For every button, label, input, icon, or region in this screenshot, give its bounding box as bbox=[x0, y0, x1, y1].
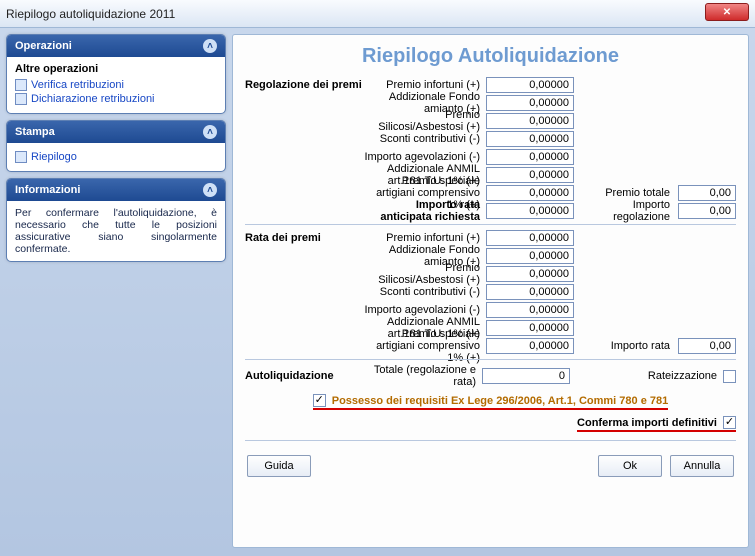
rata-section-label: Rata dei premi bbox=[245, 232, 363, 244]
row-label: Premio infortuni (+) bbox=[363, 79, 484, 91]
premio-totale-label: Premio totale bbox=[574, 187, 674, 199]
autoliquidazione-section-label: Autoliquidazione bbox=[245, 370, 363, 382]
link-label: Verifica retribuzioni bbox=[31, 79, 124, 91]
separator bbox=[245, 224, 736, 225]
regolazione-value-1[interactable]: 0,00000 bbox=[486, 95, 574, 111]
regolazione-value-6[interactable]: 0,00000 bbox=[486, 185, 574, 201]
row-label: Sconti contributivi (-) bbox=[363, 286, 484, 298]
importo-regolazione-value[interactable]: 0,00 bbox=[678, 203, 736, 219]
totale-value[interactable]: 0 bbox=[482, 368, 570, 384]
panel-stampa: Stampa ˄ Riepilogo bbox=[6, 120, 226, 172]
importo-regolazione-label: Importo regolazione bbox=[574, 199, 674, 223]
rateizzazione-checkbox[interactable] bbox=[723, 370, 736, 383]
rata-value-0[interactable]: 0,00000 bbox=[486, 230, 574, 246]
rata-value-1[interactable]: 0,00000 bbox=[486, 248, 574, 264]
sidebar: Operazioni ˄ Altre operazioni Verifica r… bbox=[6, 34, 226, 548]
link-stampa-riepilogo[interactable]: Riepilogo bbox=[15, 151, 217, 163]
totale-label: Totale (regolazione e rata) bbox=[363, 364, 480, 388]
ok-button[interactable]: Ok bbox=[598, 455, 662, 477]
panel-operazioni-title: Operazioni bbox=[15, 40, 72, 52]
informazioni-text: Per confermare l'autoliquidazione, è nec… bbox=[15, 207, 217, 255]
document-icon bbox=[15, 79, 27, 91]
rata-value-6[interactable]: 0,00000 bbox=[486, 338, 574, 354]
rata-importo-label: Importo rata bbox=[574, 340, 674, 352]
regolazione-section-label: Regolazione dei premi bbox=[245, 79, 363, 91]
page-title: Riepilogo Autoliquidazione bbox=[245, 45, 736, 68]
rata-value-5[interactable]: 0,00000 bbox=[486, 320, 574, 336]
operazioni-subhead: Altre operazioni bbox=[15, 63, 217, 75]
conferma-checkbox[interactable] bbox=[723, 416, 736, 429]
rata-value-2[interactable]: 0,00000 bbox=[486, 266, 574, 282]
chevron-up-icon: ˄ bbox=[203, 125, 217, 139]
regolazione-value-0[interactable]: 0,00000 bbox=[486, 77, 574, 93]
printer-icon bbox=[15, 151, 27, 163]
main-content: Riepilogo Autoliquidazione Regolazione d… bbox=[232, 34, 749, 548]
link-label: Riepilogo bbox=[31, 151, 77, 163]
regolazione-value-5[interactable]: 0,00000 bbox=[486, 167, 574, 183]
rata-value-4[interactable]: 0,00000 bbox=[486, 302, 574, 318]
chevron-up-icon: ˄ bbox=[203, 183, 217, 197]
row-label: Importo agevolazioni (-) bbox=[363, 151, 484, 163]
regolazione-value-4[interactable]: 0,00000 bbox=[486, 149, 574, 165]
conferma-label: Conferma importi definitivi bbox=[577, 417, 717, 429]
link-dichiarazione-retribuzioni[interactable]: Dichiarazione retribuzioni bbox=[15, 93, 217, 105]
window-controls: ✕ bbox=[705, 3, 749, 21]
panel-informazioni-title: Informazioni bbox=[15, 184, 80, 196]
rata-importo-value[interactable]: 0,00 bbox=[678, 338, 736, 354]
importo-rata-anticipata-value[interactable]: 0,00000 bbox=[486, 203, 574, 219]
importo-rata-anticipata-label: Importo rata anticipata richiesta bbox=[363, 199, 484, 223]
panel-stampa-head[interactable]: Stampa ˄ bbox=[7, 121, 225, 143]
regolazione-value-2[interactable]: 0,00000 bbox=[486, 113, 574, 129]
panel-stampa-title: Stampa bbox=[15, 126, 55, 138]
premio-totale-value[interactable]: 0,00 bbox=[678, 185, 736, 201]
window-title: Riepilogo autoliquidazione 2011 bbox=[6, 7, 175, 21]
guida-button[interactable]: Guida bbox=[247, 455, 311, 477]
rata-value-3[interactable]: 0,00000 bbox=[486, 284, 574, 300]
chevron-up-icon: ˄ bbox=[203, 39, 217, 53]
regolazione-value-3[interactable]: 0,00000 bbox=[486, 131, 574, 147]
separator bbox=[245, 440, 736, 441]
row-label: Importo agevolazioni (-) bbox=[363, 304, 484, 316]
separator bbox=[245, 359, 736, 360]
panel-operazioni: Operazioni ˄ Altre operazioni Verifica r… bbox=[6, 34, 226, 114]
panel-operazioni-head[interactable]: Operazioni ˄ bbox=[7, 35, 225, 57]
document-icon bbox=[15, 93, 27, 105]
possesso-checkbox[interactable] bbox=[313, 394, 326, 407]
titlebar: Riepilogo autoliquidazione 2011 ✕ bbox=[0, 0, 755, 28]
panel-informazioni: Informazioni ˄ Per confermare l'autoliqu… bbox=[6, 178, 226, 262]
close-icon[interactable]: ✕ bbox=[705, 3, 749, 21]
possesso-label: Possesso dei requisiti Ex Lege 296/2006,… bbox=[332, 395, 668, 407]
rateizzazione-label: Rateizzazione bbox=[648, 370, 717, 382]
link-label: Dichiarazione retribuzioni bbox=[31, 93, 155, 105]
annulla-button[interactable]: Annulla bbox=[670, 455, 734, 477]
link-verifica-retribuzioni[interactable]: Verifica retribuzioni bbox=[15, 79, 217, 91]
panel-informazioni-head[interactable]: Informazioni ˄ bbox=[7, 179, 225, 201]
row-label: Premio infortuni (+) bbox=[363, 232, 484, 244]
row-label: Sconti contributivi (-) bbox=[363, 133, 484, 145]
